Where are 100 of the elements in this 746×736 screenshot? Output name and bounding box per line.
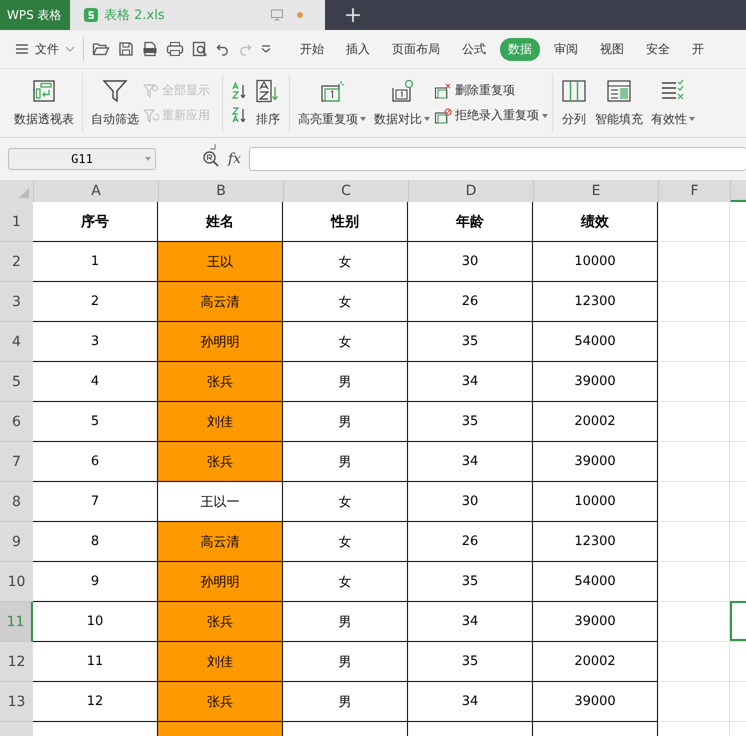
corner-triangle-icon <box>19 188 29 198</box>
column-header[interactable]: F <box>658 180 730 202</box>
spreadsheet-icon <box>83 7 99 23</box>
reject-duplicates-button[interactable]: 拒绝录入重复项 <box>434 107 548 124</box>
row-header[interactable]: 7 <box>0 442 33 482</box>
monitor-icon[interactable] <box>270 8 284 22</box>
table-cell: 高云清 <box>158 522 283 562</box>
menu-icon <box>15 43 29 55</box>
row-header[interactable]: 13 <box>0 682 33 722</box>
table-cell: 男 <box>283 442 408 482</box>
selected-cell[interactable] <box>730 601 746 641</box>
ribbon-tab[interactable]: 视图 <box>592 38 632 60</box>
zoom-icon[interactable] <box>202 150 220 168</box>
table-cell: 35 <box>408 402 533 442</box>
table-cell: 女 <box>283 282 408 322</box>
row-header[interactable]: 1 <box>0 202 33 242</box>
table-cell: 序号 <box>33 202 158 242</box>
row-header[interactable]: 4 <box>0 322 33 362</box>
dropdown-caret-icon[interactable] <box>424 117 430 121</box>
table-cell: 女 <box>283 322 408 362</box>
table-cell: 高云清 <box>158 282 283 322</box>
row-header[interactable]: 2 <box>0 242 33 282</box>
sort-descending-icon[interactable] <box>231 106 247 124</box>
table-cell: 刘佳 <box>158 402 283 442</box>
table-cell: 34 <box>408 442 533 482</box>
save-icon[interactable] <box>118 41 134 57</box>
table-cell: 孙明明 <box>158 562 283 602</box>
table-cell: 54000 <box>533 562 658 602</box>
table-cell: 女 <box>283 522 408 562</box>
formula-input[interactable] <box>249 147 746 171</box>
column-header[interactable]: A <box>33 180 158 202</box>
app-tab[interactable]: WPS 表格 <box>0 0 70 30</box>
row-header[interactable]: 3 <box>0 282 33 322</box>
table-cell: 34 <box>408 682 533 722</box>
dropdown-caret-icon[interactable] <box>689 117 695 121</box>
table-cell: 绩效 <box>533 202 658 242</box>
auto-filter-button[interactable]: 自动筛选 <box>87 78 143 128</box>
print-icon[interactable] <box>166 41 184 57</box>
column-header[interactable]: B <box>158 180 283 202</box>
file-menu[interactable]: 文件 <box>15 40 75 58</box>
row-header[interactable]: 9 <box>0 522 33 562</box>
sort-ascending-icon[interactable] <box>231 82 247 100</box>
table-cell: 35 <box>408 642 533 682</box>
column-header[interactable]: D <box>408 180 533 202</box>
row-header[interactable]: 10 <box>0 562 33 602</box>
pdf-icon[interactable] <box>142 41 158 57</box>
ribbon-tab[interactable]: 审阅 <box>546 38 586 60</box>
row-header[interactable]: 6 <box>0 402 33 442</box>
table-cell: 性别 <box>283 202 408 242</box>
ribbon-tab[interactable]: 开 <box>684 38 712 60</box>
table-cell: 女 <box>283 482 408 522</box>
row-header[interactable]: 8 <box>0 482 33 522</box>
print-preview-icon[interactable] <box>192 41 208 57</box>
table-cell: 35 <box>408 322 533 362</box>
table-cell: 26 <box>408 282 533 322</box>
dialog-launcher-icon[interactable] <box>210 144 216 150</box>
undo-icon[interactable] <box>216 42 230 56</box>
text-to-columns-button[interactable]: 分列 <box>557 78 591 128</box>
function-label[interactable]: fx <box>228 151 242 167</box>
table-cell: 12300 <box>533 522 658 562</box>
remove-duplicates-icon <box>434 82 452 98</box>
column-header[interactable]: C <box>283 180 408 202</box>
column-header[interactable] <box>730 180 746 202</box>
table-cell: 男 <box>283 402 408 442</box>
dropdown-caret-icon[interactable] <box>145 157 151 161</box>
ribbon-tab[interactable]: 安全 <box>638 38 678 60</box>
pivot-table-button[interactable]: 数据透视表 <box>10 78 78 128</box>
validation-button[interactable]: 有效性 <box>647 78 699 128</box>
name-box[interactable]: G11 <box>8 148 156 170</box>
row-header[interactable]: 12 <box>0 642 33 682</box>
table-cell: 孙明明 <box>158 322 283 362</box>
pivot-table-icon <box>32 78 56 102</box>
remove-duplicates-button[interactable]: 删除重复项 <box>434 82 548 99</box>
dropdown-caret-icon[interactable] <box>360 117 366 121</box>
data-compare-button[interactable]: 数据对比 <box>370 78 434 128</box>
row-header[interactable]: 5 <box>0 362 33 402</box>
table-cell: 张兵 <box>158 682 283 722</box>
dropdown-caret-icon[interactable] <box>542 114 548 118</box>
table-cell: 张兵 <box>158 602 283 642</box>
table-cell: 女 <box>283 242 408 282</box>
sort-button[interactable]: 排序 <box>251 78 285 128</box>
funnel-refresh-icon <box>143 108 159 122</box>
ribbon-tab[interactable]: 公式 <box>454 38 494 60</box>
table-cell: 20002 <box>533 642 658 682</box>
table-cell: 39000 <box>533 442 658 482</box>
smart-fill-button[interactable]: 智能填充 <box>591 78 647 128</box>
ribbon-tab[interactable]: 插入 <box>338 38 378 60</box>
open-folder-icon[interactable] <box>92 41 110 57</box>
highlight-duplicates-button[interactable]: 高亮重复项 <box>294 78 370 128</box>
ribbon-tab[interactable]: 开始 <box>292 38 332 60</box>
table-cell: 39000 <box>533 682 658 722</box>
table-cell: 7 <box>33 482 158 522</box>
ribbon-tab[interactable]: 页面布局 <box>384 38 448 60</box>
table-cell: 男 <box>283 642 408 682</box>
more-caret-icon[interactable] <box>260 44 272 54</box>
table-cell: 刘佳 <box>158 642 283 682</box>
table-cell: 39000 <box>533 362 658 402</box>
new-tab-button[interactable]: + <box>333 0 373 30</box>
column-header[interactable]: E <box>533 180 658 202</box>
funnel-icon <box>102 78 128 102</box>
